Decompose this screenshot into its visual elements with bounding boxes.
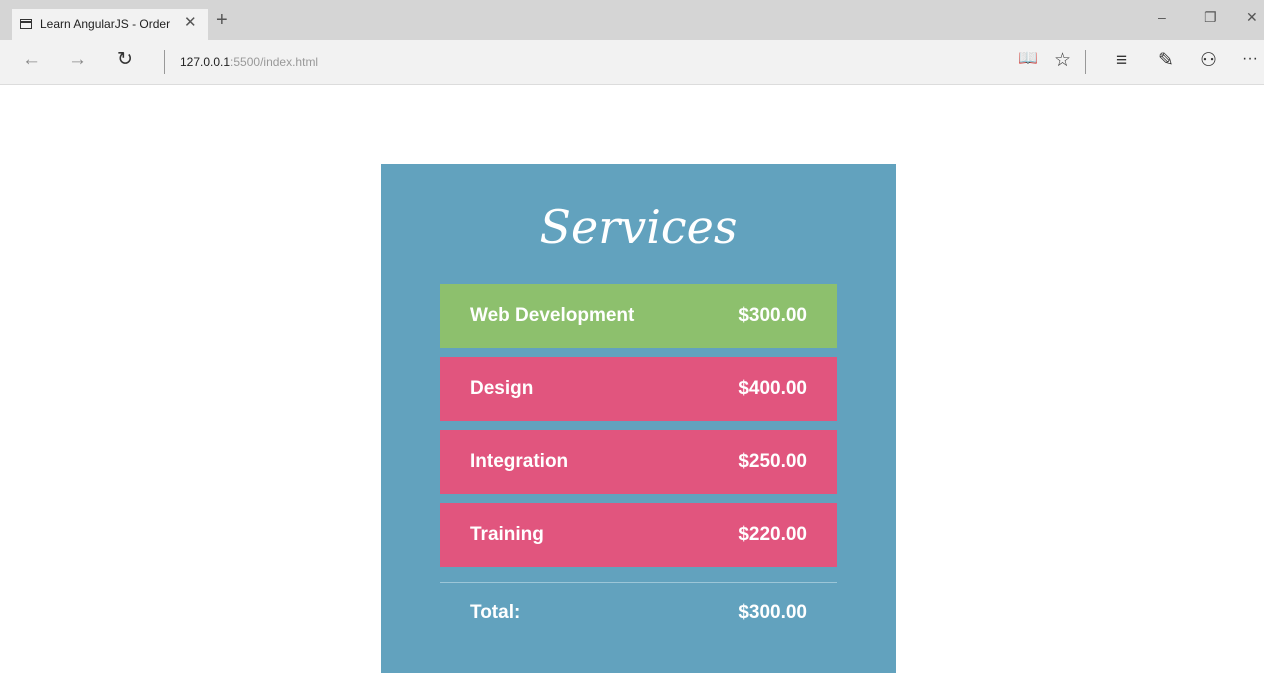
refresh-icon[interactable]: ↻ xyxy=(117,50,133,69)
favorite-star-icon[interactable]: ☆ xyxy=(1054,51,1071,70)
service-row[interactable]: Integration $250.00 xyxy=(440,430,837,494)
service-name: Design xyxy=(470,378,534,399)
tab-close-icon[interactable]: ✕ xyxy=(184,15,197,30)
hub-icon[interactable]: ≡ xyxy=(1116,51,1127,70)
tab-learn-angularjs[interactable]: Learn AngularJS - Order ✕ xyxy=(12,9,208,40)
minimize-icon[interactable]: – xyxy=(1158,10,1166,24)
close-window-icon[interactable]: ✕ xyxy=(1246,10,1258,24)
service-price: $250.00 xyxy=(738,451,807,472)
address-bar[interactable]: 127.0.0.1:5500/index.html xyxy=(180,55,318,69)
total-value: $300.00 xyxy=(738,602,807,623)
navigation-bar: ← → ↻ 127.0.0.1:5500/index.html 📖 ☆ ≡ ✎ … xyxy=(0,40,1264,85)
tab-strip: Learn AngularJS - Order ✕ + – ❐ ✕ xyxy=(0,0,1264,40)
restore-icon[interactable]: ❐ xyxy=(1204,10,1217,24)
service-row[interactable]: Web Development $300.00 xyxy=(440,284,837,348)
new-tab-icon[interactable]: + xyxy=(216,10,228,30)
total-label: Total: xyxy=(470,602,521,623)
page-title: Services xyxy=(539,200,738,254)
address-path: :5500/index.html xyxy=(230,55,319,69)
address-separator xyxy=(164,50,165,74)
browser-window: Learn AngularJS - Order ✕ + – ❐ ✕ ← → ↻ … xyxy=(0,0,1264,675)
toolbar-separator xyxy=(1085,50,1086,74)
address-host: 127.0.0.1 xyxy=(180,55,231,69)
service-price: $300.00 xyxy=(738,305,807,326)
tab-page-icon xyxy=(20,19,32,29)
service-name: Integration xyxy=(470,451,569,472)
more-icon[interactable]: ··· xyxy=(1242,51,1258,67)
web-note-icon[interactable]: ✎ xyxy=(1158,51,1174,70)
forward-icon[interactable]: → xyxy=(68,50,87,69)
tab-title: Learn AngularJS - Order xyxy=(40,17,171,31)
reading-view-icon[interactable]: 📖 xyxy=(1018,51,1038,67)
service-row[interactable]: Design $400.00 xyxy=(440,357,837,421)
services-card: Services Web Development $300.00 Design $40… xyxy=(381,164,896,673)
service-row[interactable]: Training $220.00 xyxy=(440,503,837,567)
total-divider xyxy=(440,582,837,583)
share-icon[interactable]: ⚇ xyxy=(1200,51,1217,70)
service-name: Web Development xyxy=(470,305,635,326)
service-price: $400.00 xyxy=(738,378,807,399)
service-price: $220.00 xyxy=(738,524,807,545)
back-icon[interactable]: ← xyxy=(22,50,41,69)
service-name: Training xyxy=(470,524,544,545)
